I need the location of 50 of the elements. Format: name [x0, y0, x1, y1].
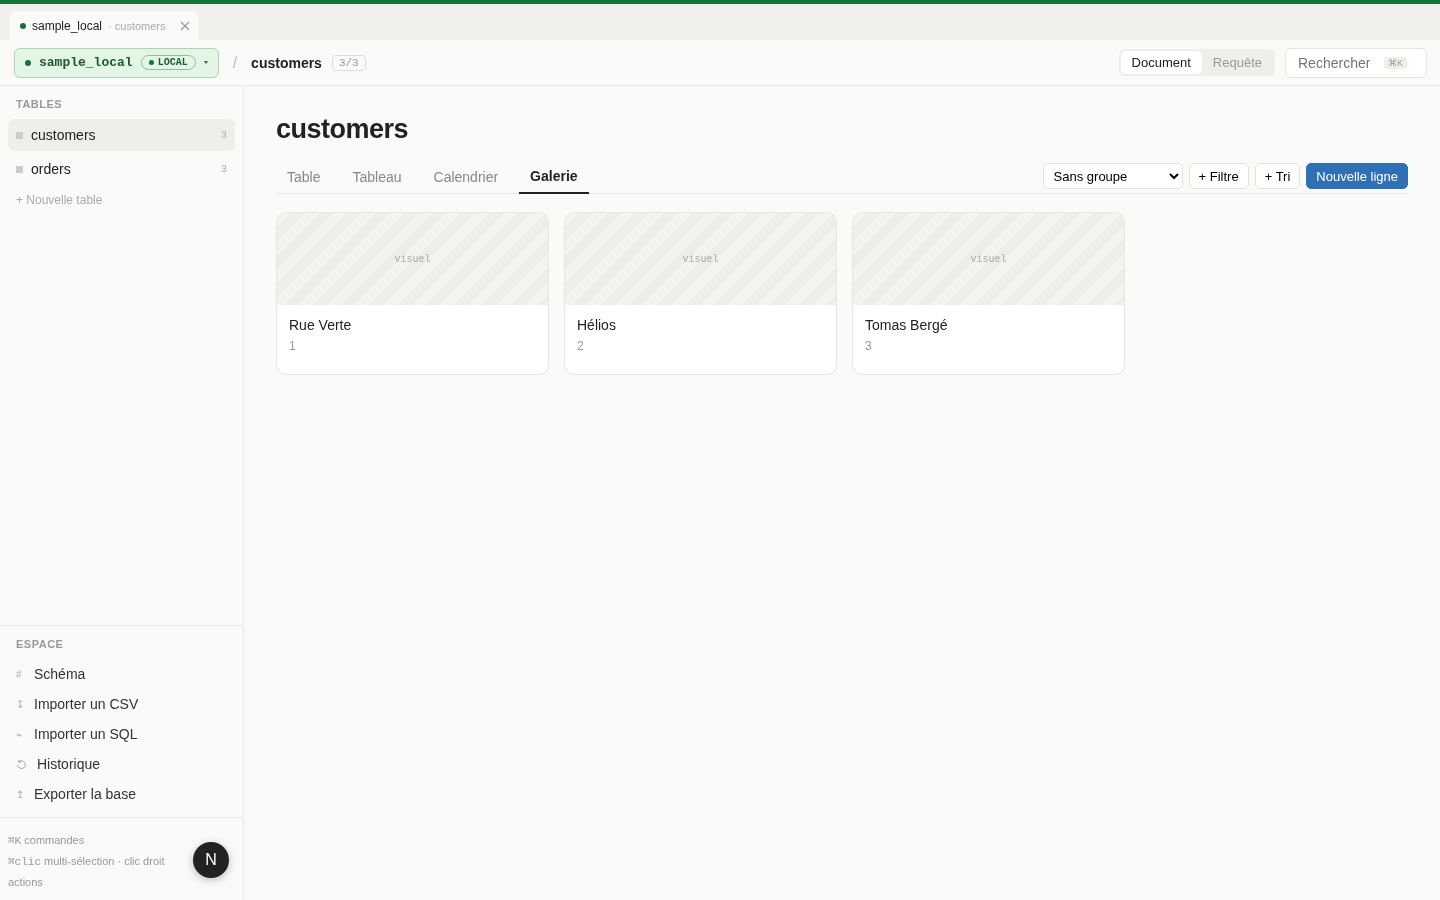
card-id: 1	[288, 339, 297, 353]
close-icon[interactable]	[179, 20, 190, 31]
history-icon	[16, 758, 27, 770]
item-icon: #	[16, 668, 24, 680]
sidebar-item[interactable]: ⌁ Importer un SQL	[0, 719, 243, 749]
card-title: Tomas Bergé	[864, 316, 949, 335]
view-tab[interactable]: Calendrier	[422, 160, 510, 194]
filter-button[interactable]: + Filtre	[1188, 163, 1249, 189]
breadcrumb-table: customers	[251, 54, 322, 71]
view-tab[interactable]: Galerie	[519, 160, 589, 194]
table-item[interactable]: customers 3	[8, 119, 235, 151]
group-select[interactable]: Sans groupe	[1042, 163, 1183, 189]
search-field[interactable]: Rechercher	[1296, 53, 1380, 72]
shortcut-hint: ⌘K commandes	[8, 833, 86, 849]
table-item[interactable]: orders 3	[8, 153, 235, 185]
item-icon: ↥	[16, 788, 24, 800]
sidebar-item[interactable]: ↥ Exporter la base	[0, 779, 243, 809]
card-id: 3	[864, 339, 873, 353]
shortcut-key: ⌘K	[1384, 56, 1407, 69]
image-placeholder: visuel	[277, 213, 548, 305]
view-tab[interactable]: Tableau	[341, 160, 413, 194]
page-title: customers	[276, 114, 410, 145]
new-row-button[interactable]: Nouvelle ligne	[1306, 163, 1408, 189]
window-tab[interactable]: sample_local · customers	[10, 11, 198, 40]
section-heading: TABLES	[15, 97, 64, 112]
card-title: Hélios	[576, 316, 617, 335]
view-tab[interactable]: Table	[276, 160, 332, 194]
breadcrumb-separator: /	[232, 53, 238, 72]
sort-button[interactable]: + Tri	[1254, 163, 1301, 189]
shortcut-hint: ⌘clic multi-sélection · clic droit actions	[8, 854, 166, 890]
card-id: 2	[576, 339, 585, 353]
image-placeholder: visuel	[853, 213, 1124, 305]
table-icon	[16, 131, 23, 139]
mode-tab[interactable]: Document	[1120, 51, 1202, 74]
image-placeholder: visuel	[565, 213, 836, 305]
database-selector[interactable]: sample_local LOCAL	[14, 47, 219, 78]
section-heading: ESPACE	[15, 637, 65, 652]
sidebar-item[interactable]: Historique	[0, 749, 243, 779]
row-count: 3/3	[331, 54, 366, 71]
table-icon	[16, 165, 23, 173]
caret-icon	[203, 61, 208, 64]
gallery-card[interactable]: visuel Tomas Bergé 3	[852, 212, 1125, 375]
item-icon: ↧	[16, 698, 24, 710]
sidebar-item[interactable]: # Schéma	[0, 659, 243, 689]
gallery-card[interactable]: visuel Rue Verte 1	[276, 212, 549, 375]
gallery-card[interactable]: visuel Hélios 2	[564, 212, 837, 375]
user-avatar[interactable]: N	[193, 842, 229, 878]
card-title: Rue Verte	[288, 316, 353, 335]
item-icon: ⌁	[16, 728, 24, 740]
sidebar-item[interactable]: ↧ Importer un CSV	[0, 689, 243, 719]
